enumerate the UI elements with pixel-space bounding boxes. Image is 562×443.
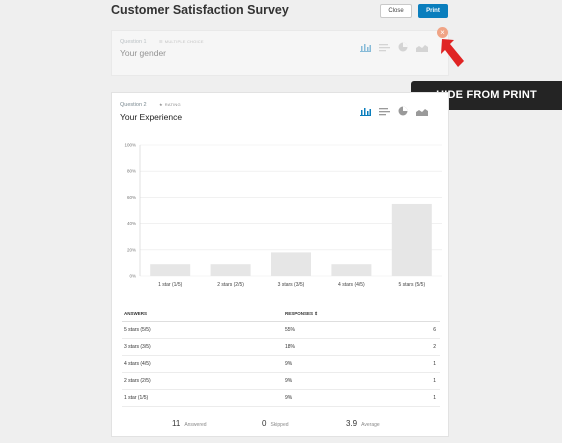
x-tick-label: 3 stars (3/5) [278, 282, 305, 288]
percent-cell: 9% [285, 395, 293, 401]
area-chart-icon[interactable] [416, 43, 428, 52]
question-title: Your Experience [120, 112, 183, 122]
question-number: Question 2 [120, 102, 147, 108]
bar[interactable] [210, 264, 251, 276]
horizontal-bar-icon[interactable] [379, 107, 390, 116]
skipped-stat: 0 Skipped [262, 419, 289, 428]
answer-cell: 4 stars (4/5) [124, 361, 151, 367]
horizontal-bar-icon[interactable] [379, 43, 390, 52]
table-row: 2 stars (2/5) 9% 1 [122, 373, 440, 390]
pointer-arrow-icon [441, 39, 464, 67]
close-button[interactable]: Close [380, 4, 412, 18]
answered-stat: 11 Answered [172, 419, 207, 428]
y-tick-label: 40% [127, 221, 136, 226]
pie-chart-icon[interactable] [398, 106, 408, 116]
answer-cell: 1 star (1/5) [124, 395, 149, 401]
y-tick-label: 60% [127, 195, 136, 200]
rating-bar-chart: 0% 20% 40% 60% 80% 100% 1 star (1/5) 2 stars (2… [124, 143, 442, 288]
x-tick-label: 4 stars (4/5) [338, 282, 365, 288]
table-row: 5 stars (5/5) 55% 6 [122, 322, 440, 339]
percent-cell: 9% [285, 378, 293, 384]
y-tick-label: 20% [127, 247, 136, 252]
question-type: ☰ MULTIPLE CHOICE [159, 39, 204, 44]
count-cell: 2 [433, 344, 436, 350]
y-tick-label: 0% [129, 274, 136, 279]
area-chart-icon[interactable] [416, 107, 428, 116]
pie-chart-icon[interactable] [398, 42, 408, 52]
bar[interactable] [391, 203, 432, 276]
table-row: 1 star (1/5) 9% 1 [122, 390, 440, 407]
question-2-card: Question 2 ★ RATING Your Experience 0% 20… [111, 92, 449, 437]
bar-chart-icon[interactable] [360, 43, 371, 52]
star-icon: ★ [159, 102, 163, 107]
y-tick-label: 80% [127, 169, 136, 174]
percent-cell: 18% [285, 344, 296, 350]
chart-type-toolbar [360, 42, 428, 52]
question-1-card: Question 1 ☰ MULTIPLE CHOICE Your gender [111, 30, 449, 76]
answer-cell: 2 stars (2/5) [124, 378, 151, 384]
x-tick-label: 2 stars (2/5) [217, 282, 244, 288]
answer-cell: 5 stars (5/5) [124, 327, 151, 333]
bar[interactable] [331, 264, 372, 276]
question-number: Question 1 [120, 39, 147, 45]
chart-type-toolbar [360, 106, 428, 116]
bar-chart-icon[interactable] [360, 107, 371, 116]
y-tick-label: 100% [124, 143, 136, 148]
table-header: ANSWERS RESPONSES ⇕ [122, 306, 440, 322]
question-title: Your gender [120, 48, 167, 58]
count-cell: 1 [433, 378, 436, 384]
bar[interactable] [150, 264, 191, 276]
x-tick-label: 1 star (1/5) [158, 282, 183, 288]
answer-cell: 3 stars (3/5) [124, 344, 151, 350]
x-tick-label: 5 stars (5/5) [398, 282, 425, 288]
table-row: 4 stars (4/5) 9% 1 [122, 356, 440, 373]
responses-header[interactable]: RESPONSES ⇕ [285, 311, 318, 317]
table-row: 3 stars (3/5) 18% 2 [122, 339, 440, 356]
question-type: ★ RATING [159, 102, 181, 107]
list-icon: ☰ [159, 39, 163, 44]
answers-header[interactable]: ANSWERS [124, 311, 147, 316]
count-cell: 1 [433, 395, 436, 401]
average-stat: 3.9 Average [346, 419, 380, 428]
percent-cell: 9% [285, 361, 293, 367]
percent-cell: 55% [285, 327, 296, 333]
page-title: Customer Satisfaction Survey [111, 3, 289, 17]
count-cell: 6 [433, 327, 436, 333]
count-cell: 1 [433, 361, 436, 367]
print-button[interactable]: Print [418, 4, 448, 18]
bar[interactable] [271, 252, 311, 276]
